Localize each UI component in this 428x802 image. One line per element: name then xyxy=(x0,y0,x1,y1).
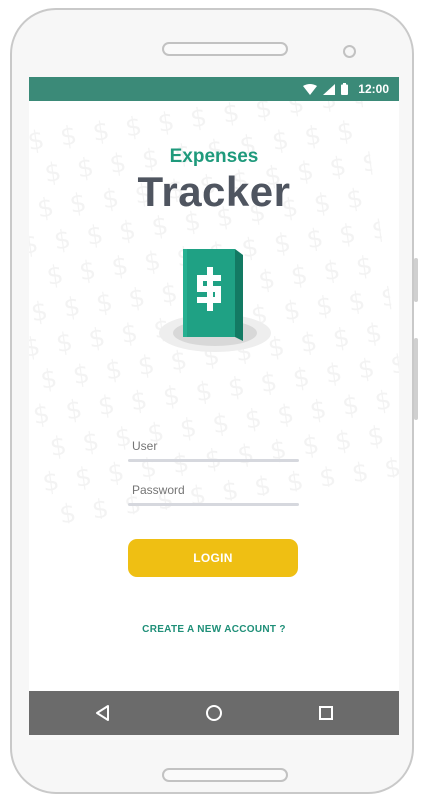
back-icon[interactable] xyxy=(92,702,114,724)
wifi-icon xyxy=(303,83,318,95)
bottom-speaker xyxy=(162,768,288,782)
home-icon[interactable] xyxy=(203,702,225,724)
earpiece-speaker xyxy=(162,42,288,56)
volume-button xyxy=(414,338,418,420)
recent-apps-icon[interactable] xyxy=(315,702,337,724)
password-field[interactable] xyxy=(128,478,299,508)
signal-icon xyxy=(323,83,336,95)
password-underline xyxy=(128,503,299,506)
battery-icon xyxy=(341,83,349,95)
app-title-large: Tracker xyxy=(137,168,291,215)
front-camera xyxy=(343,45,356,58)
create-account-link[interactable]: CREATE A NEW ACCOUNT ? xyxy=(29,624,399,635)
user-field[interactable] xyxy=(128,434,299,464)
navigation-bar xyxy=(29,691,399,735)
login-button[interactable]: LOGIN xyxy=(128,539,298,577)
screen: $ $ $ $ $ $ $ $ $ $ $ $ $ $ $ $ $ $ $ $ … xyxy=(29,77,399,735)
money-book-icon xyxy=(159,249,271,352)
password-input[interactable] xyxy=(128,478,299,502)
app-title-small: Expenses xyxy=(169,146,259,167)
user-underline xyxy=(128,459,299,462)
status-time: 12:00 xyxy=(358,82,389,96)
status-bar: 12:00 xyxy=(29,77,399,101)
power-button xyxy=(414,258,418,302)
user-input[interactable] xyxy=(128,434,299,458)
